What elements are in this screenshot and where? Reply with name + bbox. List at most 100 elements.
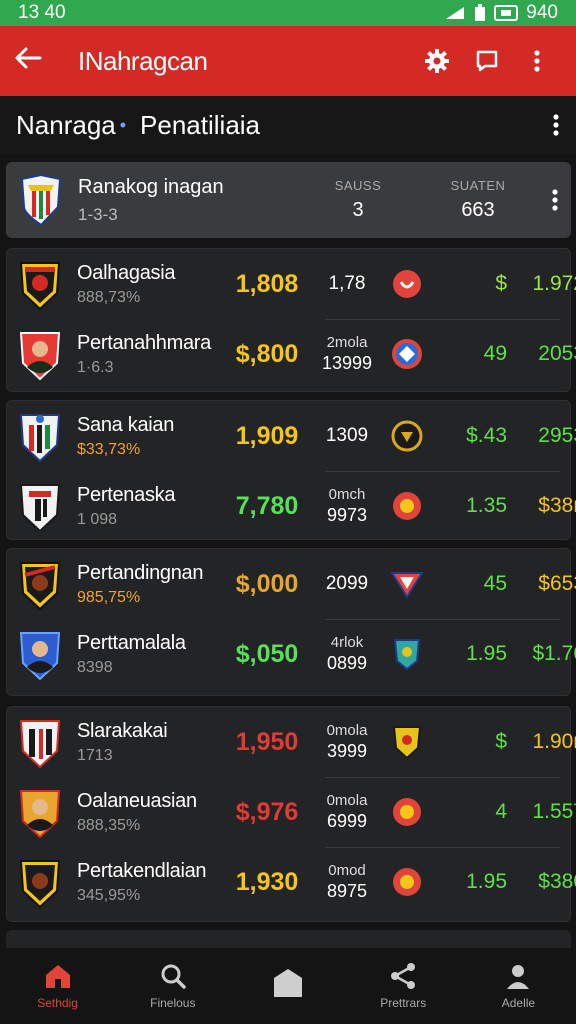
team-name-block: Sana kaian $33,73%: [77, 414, 227, 459]
odds-value-1[interactable]: 1.35: [427, 494, 507, 518]
odds-value-1[interactable]: $.43: [427, 424, 507, 448]
team-crest-icon: [19, 860, 61, 909]
team-score: 1,930: [235, 867, 299, 896]
team-row[interactable]: Oalhagasia 888,73% 1,808 1,78 $ 1.972: [7, 249, 576, 319]
bottom-navigation: Sethdig Finelous Prettrars Adelle: [0, 948, 576, 1024]
team-row[interactable]: Pertenaska 1 098 7,780 0mch 9973 1.35 $38n: [7, 471, 576, 541]
odds-value-2[interactable]: $38n: [507, 494, 576, 518]
team-name-block: Oalhagasia 888,73%: [77, 262, 227, 307]
nav-tab-center[interactable]: [230, 948, 345, 1024]
more-vert-icon[interactable]: [551, 188, 559, 212]
opponent-badge: [387, 569, 427, 599]
team-name: Pertanahhmara: [77, 331, 211, 354]
summary-col-2: SUATEN 663: [418, 178, 538, 222]
status-time: 13 40: [18, 2, 66, 23]
summary-col-1: SAUSS 3: [298, 178, 418, 222]
nav-tab-label: Adelle: [501, 996, 536, 1010]
nav-tab-profile[interactable]: Adelle: [461, 948, 576, 1024]
team-stat: 8398: [77, 658, 113, 676]
team-row[interactable]: Pertandingnan 985,75% $,000 2099 45 $653: [7, 549, 576, 619]
odds-value-1[interactable]: 45: [427, 572, 507, 596]
player-avatar-icon: [19, 632, 61, 681]
team-crest-icon: [19, 414, 61, 463]
team-stat: $33,73%: [77, 440, 141, 458]
match-info: 0mod 8975: [307, 862, 387, 902]
odds-value-2[interactable]: $380: [507, 870, 576, 894]
center-shape-icon: [274, 969, 302, 997]
overflow-menu-button[interactable]: [512, 36, 562, 86]
team-name: Slarakakai: [77, 719, 168, 742]
league-record: 1-3-3: [78, 204, 118, 224]
match-label: 0mola: [326, 722, 368, 739]
team-score: $,000: [235, 569, 299, 598]
odds-value-2[interactable]: 2953: [507, 424, 576, 448]
team-name-block: Pertenaska 1 098: [77, 484, 227, 529]
profile-icon: [507, 965, 530, 989]
match-label: 0mch: [328, 486, 366, 503]
odds-value-1[interactable]: 1.95: [427, 642, 507, 666]
match-label: 0mod: [328, 862, 366, 879]
odds-value-1[interactable]: 49: [427, 342, 507, 366]
team-stat: 888,35%: [77, 816, 141, 834]
nav-tab-search[interactable]: Finelous: [115, 948, 230, 1024]
team-stat: 888,73%: [77, 288, 141, 306]
team-name: Oalhagasia: [77, 261, 176, 284]
player-avatar-icon: [19, 332, 61, 381]
team-row[interactable]: Slarakakai 1713 1,950 0mola 3999 $ 1.90n: [7, 707, 576, 777]
nav-tab-label: Prettrars: [380, 996, 427, 1010]
opponent-badge-icon: [390, 572, 424, 599]
team-stat: 1·6.3: [77, 358, 114, 376]
summary-col-1-header: SAUSS: [334, 178, 382, 193]
nav-tab-share[interactable]: Prettrars: [346, 948, 461, 1024]
league-summary-card[interactable]: Ranakog inagan 1-3-3 SAUSS 3 SUATEN 663: [6, 162, 571, 238]
more-vert-icon[interactable]: [552, 113, 560, 137]
team-name-block: Slarakakai 1713: [77, 720, 227, 765]
team-name: Pertenaska: [77, 483, 176, 506]
match-value: 8975: [326, 881, 368, 901]
chat-icon: [476, 50, 498, 72]
team-crest-icon: [19, 484, 61, 533]
odds-value-1[interactable]: 1.95: [427, 870, 507, 894]
vibrate-icon: [494, 5, 519, 21]
match-value: 1309: [325, 425, 369, 446]
player-avatar-icon: [19, 790, 61, 839]
match-value: 1,78: [328, 273, 366, 294]
odds-value-2[interactable]: 1.557: [507, 800, 576, 824]
odds-value-2[interactable]: 1.90n: [507, 730, 576, 754]
odds-value-2[interactable]: $1.76: [507, 642, 576, 666]
team-crest-icon: [19, 562, 61, 611]
back-button[interactable]: [14, 44, 54, 78]
team-row[interactable]: Pertakendlaian 345,95% 1,930 0mod 8975 1.9…: [7, 847, 576, 917]
odds-value-1[interactable]: 4: [427, 800, 507, 824]
odds-value-2[interactable]: $653: [507, 572, 576, 596]
opponent-badge-icon: [391, 420, 423, 452]
league-name-block: Ranakog inagan 1-3-3: [78, 176, 298, 225]
status-battery-text: 940: [526, 2, 558, 23]
signal-icon: [446, 7, 465, 19]
settings-button[interactable]: [412, 36, 462, 86]
team-row[interactable]: Oalaneuasian 888,35% $,976 0mola 6999 4 1.…: [7, 777, 576, 847]
match-value: 13999: [321, 353, 373, 373]
odds-value-1[interactable]: $: [427, 730, 507, 754]
nav-tab-home[interactable]: Sethdig: [0, 948, 115, 1024]
opponent-badge: [387, 796, 427, 828]
chat-button[interactable]: [462, 36, 512, 86]
match-group-1: Oalhagasia 888,73% 1,808 1,78 $ 1.972 Per…: [6, 248, 576, 392]
odds-value-2[interactable]: 2053: [507, 342, 576, 366]
opponent-badge: [387, 866, 427, 898]
match-value: 3999: [326, 741, 368, 761]
app-title: INahragcan: [78, 45, 208, 76]
opponent-badge-icon: [392, 726, 422, 760]
match-label: 0mola: [326, 792, 368, 809]
match-label: 4rlok: [330, 634, 364, 651]
match-value: 9973: [326, 505, 368, 525]
match-info: 1309: [307, 425, 387, 447]
team-name-block: Perttamalala 8398: [77, 632, 227, 677]
odds-value-1[interactable]: $: [427, 272, 507, 296]
team-name-block: Pertanahhmara 1·6.3: [77, 332, 227, 377]
opponent-badge-icon: [392, 339, 422, 369]
team-row[interactable]: Pertanahhmara 1·6.3 $,800 2mola 13999 49 2…: [7, 319, 576, 389]
team-row[interactable]: Sana kaian $33,73% 1,909 1309 $.43 2953: [7, 401, 576, 471]
team-row[interactable]: Perttamalala 8398 $,050 4rlok 0899 1.95 $1…: [7, 619, 576, 689]
odds-value-2[interactable]: 1.972: [507, 272, 576, 296]
